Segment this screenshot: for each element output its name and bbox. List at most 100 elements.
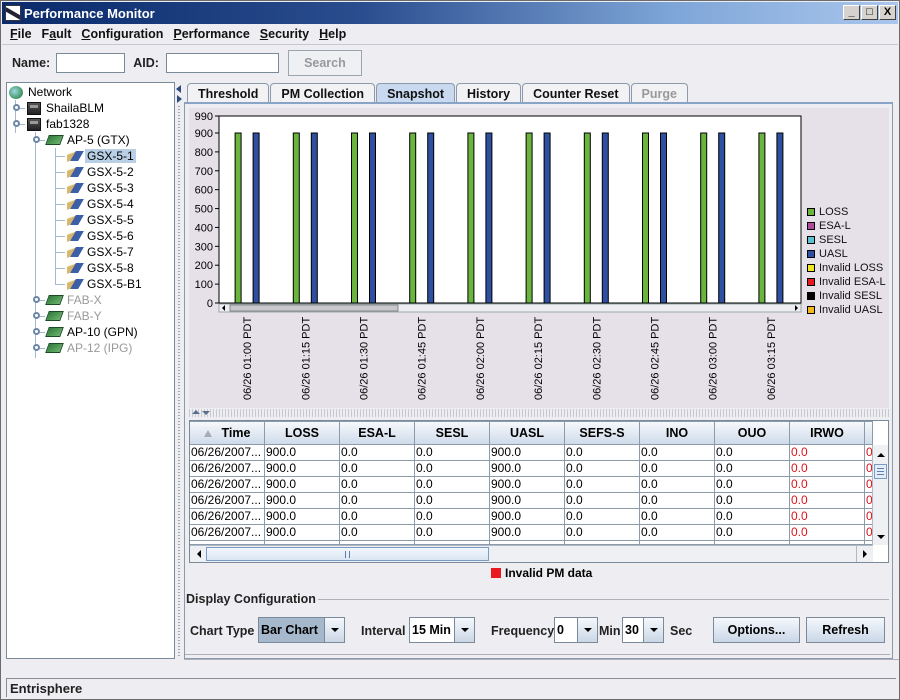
tree-node[interactable]: FAB-Y: [45, 308, 104, 324]
collapsed-handle-icon[interactable]: [33, 328, 40, 335]
tree-node[interactable]: fab1328: [27, 116, 91, 132]
table-cell: 0.0: [790, 509, 865, 525]
scroll-left-button[interactable]: [192, 546, 206, 562]
tree-node[interactable]: GSX-5-3: [67, 180, 136, 196]
column-header-sesl[interactable]: SESL: [415, 421, 490, 445]
tree-node[interactable]: AP-10 (GPN): [45, 324, 140, 340]
horizontal-scroll-thumb[interactable]: [206, 547, 489, 561]
maximize-button[interactable]: □: [861, 5, 878, 20]
minimize-button[interactable]: _: [843, 5, 860, 20]
bar-loss-8: [700, 132, 708, 304]
tree-node[interactable]: GSX-5-8: [67, 260, 136, 276]
scroll-right-button[interactable]: [856, 546, 873, 562]
expanded-handle-icon[interactable]: [33, 136, 40, 143]
collapsed-handle-icon[interactable]: [33, 296, 40, 303]
column-header-ino[interactable]: INO: [640, 421, 715, 445]
expanded-handle-icon[interactable]: [13, 120, 20, 127]
chart-type-value[interactable]: Bar Chart: [259, 618, 325, 642]
menu-security[interactable]: Security: [255, 27, 314, 41]
table-row[interactable]: 06/26/2007... 900.0 0.0 0.0 900.0 0.0 0.0 0.0 0.…: [190, 477, 873, 493]
chart-table-splitter[interactable]: [189, 409, 889, 417]
tab-threshold[interactable]: Threshold: [187, 83, 270, 103]
menu-file[interactable]: File: [5, 27, 37, 41]
column-header-ouo[interactable]: OUO: [715, 421, 790, 445]
chart-type-select[interactable]: Bar Chart: [258, 617, 345, 643]
legend-item: SESL: [807, 233, 886, 247]
split-down-icon[interactable]: [202, 411, 210, 415]
menu-configuration[interactable]: Configuration: [76, 27, 168, 41]
table-cell: 900.0: [490, 477, 565, 493]
refresh-button[interactable]: Refresh: [806, 617, 885, 643]
collapse-left-icon[interactable]: [176, 85, 181, 93]
collapsed-handle-icon[interactable]: [13, 104, 20, 111]
collapsed-handle-icon[interactable]: [33, 344, 40, 351]
search-button[interactable]: Search: [287, 50, 362, 76]
close-button[interactable]: X: [879, 5, 896, 20]
table-cell: 900.0: [265, 509, 340, 525]
tab-counter-reset[interactable]: Counter Reset: [522, 83, 630, 103]
column-header-esa-l[interactable]: ESA-L: [340, 421, 415, 445]
column-header-sefs-s[interactable]: SEFS-S: [565, 421, 640, 445]
frequency-min-select[interactable]: 0: [554, 617, 598, 643]
tree-node[interactable]: GSX-5-2: [67, 164, 136, 180]
legend-swatch: [807, 264, 815, 272]
menu-help[interactable]: Help: [314, 27, 351, 41]
scroll-down-button[interactable]: [873, 529, 888, 545]
tree-node[interactable]: GSX-5-5: [67, 212, 136, 228]
aid-input[interactable]: [165, 53, 279, 73]
vertical-scroll-thumb[interactable]: [874, 464, 887, 479]
table-row[interactable]: 06/26/2007... 900.0 0.0 0.0 900.0 0.0 0.0 0.0 0.…: [190, 445, 873, 461]
tab-snapshot[interactable]: Snapshot: [376, 83, 456, 103]
table-cell: 900.0: [265, 461, 340, 477]
tree-node[interactable]: AP-5 (GTX): [45, 132, 132, 148]
tree-node[interactable]: GSX-5-4: [67, 196, 136, 212]
tree-node[interactable]: AP-12 (IPG): [45, 340, 134, 356]
collapsed-handle-icon[interactable]: [33, 312, 40, 319]
table-row[interactable]: 06/26/2007... 900.0 0.0 0.0 900.0 0.0 0.0 0.0 0.…: [190, 461, 873, 477]
table-vertical-scrollbar[interactable]: [872, 445, 888, 545]
tree-node[interactable]: GSX-5-7: [67, 244, 136, 260]
frequency-sec-value[interactable]: 30: [623, 618, 644, 642]
network-tree[interactable]: Network ShailaBLM fab1328 AP-5 (GTX) GSX-5-1…: [6, 82, 175, 659]
tree-node[interactable]: ShailaBLM: [27, 100, 106, 116]
column-header-irwo[interactable]: IRWO: [790, 421, 865, 445]
sort-ascending-icon[interactable]: [203, 429, 212, 437]
menu-performance[interactable]: Performance: [168, 27, 254, 41]
frequency-sec-select[interactable]: 30: [622, 617, 664, 643]
column-header-more[interactable]: [865, 421, 873, 445]
tree-node-network[interactable]: Network: [9, 84, 74, 100]
column-header-uasl[interactable]: UASL: [490, 421, 565, 445]
tab-history[interactable]: History: [456, 83, 522, 103]
table-cell: 0.0: [565, 477, 640, 493]
chart-type-dropdown-button[interactable]: [325, 618, 344, 642]
tree-splitter[interactable]: [176, 82, 183, 659]
frequency-sec-dropdown-button[interactable]: [644, 618, 663, 642]
tree-node[interactable]: FAB-X: [45, 292, 104, 308]
expand-right-icon[interactable]: [177, 95, 182, 103]
title-bar[interactable]: Performance Monitor _ □ X: [2, 2, 898, 24]
interval-value[interactable]: 15 Min: [410, 618, 455, 642]
frequency-min-dropdown-button[interactable]: [578, 618, 597, 642]
splitter-grip[interactable]: [178, 106, 180, 656]
tab-pm-collection[interactable]: PM Collection: [270, 83, 376, 103]
frequency-min-value[interactable]: 0: [555, 618, 578, 642]
menu-fault[interactable]: Fault: [37, 27, 77, 41]
tree-node[interactable]: GSX-5-1: [67, 148, 136, 164]
options-button[interactable]: Options...: [713, 617, 800, 643]
tree-node[interactable]: GSX-5-6: [67, 228, 136, 244]
table-horizontal-scrollbar[interactable]: [190, 545, 873, 562]
interval-dropdown-button[interactable]: [455, 618, 474, 642]
interval-select[interactable]: 15 Min: [409, 617, 475, 643]
scroll-up-button[interactable]: [873, 447, 888, 463]
chart-scroll-thumb[interactable]: [229, 304, 399, 312]
table-row[interactable]: 06/26/2007... 900.0 0.0 0.0 900.0 0.0 0.0 0.0 0.…: [190, 493, 873, 509]
legend-item: Invalid LOSS: [807, 261, 886, 275]
tree-node[interactable]: GSX-5-B1: [67, 276, 144, 292]
split-up-icon[interactable]: [192, 410, 200, 414]
table-row[interactable]: 06/26/2007... 900.0 0.0 0.0 900.0 0.0 0.0 0.0 0.…: [190, 509, 873, 525]
column-header-loss[interactable]: LOSS: [265, 421, 340, 445]
name-input[interactable]: [56, 53, 126, 73]
tab-purge[interactable]: Purge: [630, 83, 688, 103]
table-row[interactable]: 06/26/2007... 900.0 0.0 0.0 900.0 0.0 0.0 0.0 0.…: [190, 525, 873, 541]
column-header-time[interactable]: Time: [190, 421, 265, 445]
